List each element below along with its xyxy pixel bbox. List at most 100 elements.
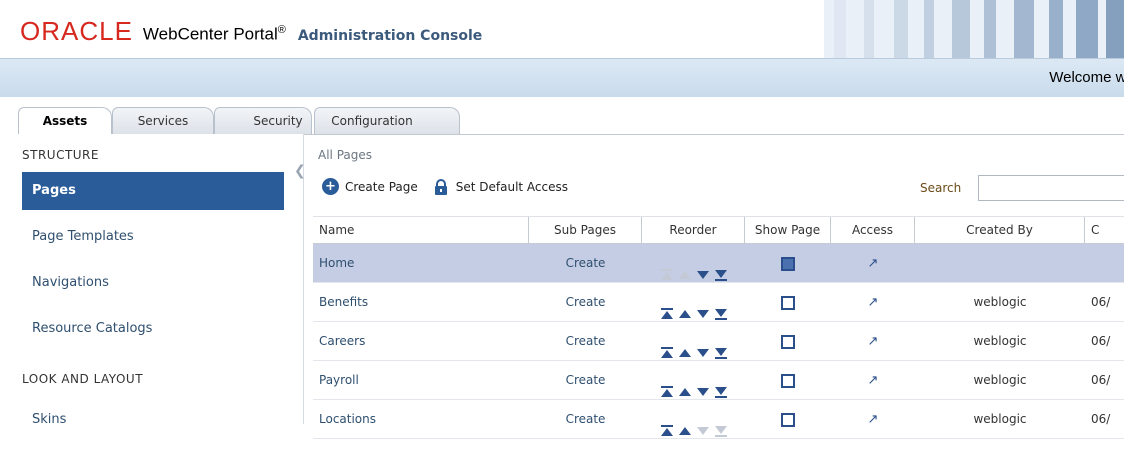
created-by-cell: weblogic [973, 295, 1027, 309]
brand: ORACLE WebCenter Portal® Administration … [20, 16, 482, 47]
sidebar-item-navigations[interactable]: Navigations [22, 264, 284, 302]
sidebar-heading-structure: Structure [22, 148, 99, 162]
sidebar-item-label: Page Templates [32, 229, 134, 244]
create-subpage-label: Create [565, 256, 606, 270]
sidebar: Structure Pages Page Templates Navigatio… [0, 134, 304, 427]
access-cell: ↗ [831, 244, 915, 282]
move-to-top-icon[interactable] [659, 336, 675, 358]
column-header-sub-pages[interactable]: Sub Pages [529, 217, 642, 243]
tab-configuration[interactable]: Configuration [314, 107, 460, 134]
reorder-controls [642, 400, 745, 438]
table-row[interactable]: Benefits Create ↗ weblogic 06/ [313, 283, 1124, 322]
move-up-icon[interactable] [677, 297, 693, 318]
column-header-access[interactable]: Access [831, 217, 915, 243]
edit-access-icon[interactable]: ↗ [868, 373, 879, 388]
tab-assets[interactable]: Assets [18, 107, 112, 135]
created-date-cell: 06/ [1091, 295, 1111, 309]
app-header: ORACLE WebCenter Portal® Administration … [0, 0, 1124, 58]
table-header: Name Sub Pages Reorder Show Page Access … [313, 216, 1124, 244]
sidebar-item-label: Pages [32, 183, 76, 198]
show-page-checkbox[interactable] [781, 256, 795, 271]
move-up-icon[interactable] [677, 258, 693, 279]
sidebar-item-skins[interactable]: Skins [22, 401, 284, 439]
page-name-link[interactable]: Benefits [313, 283, 529, 321]
registered-mark: ® [277, 24, 286, 37]
move-to-top-icon[interactable] [659, 375, 675, 397]
edit-access-icon[interactable]: ↗ [868, 334, 879, 349]
created-date-cell: 06/ [1091, 412, 1111, 426]
tab-security[interactable]: Security [214, 107, 312, 134]
move-up-icon[interactable] [677, 375, 693, 396]
pages-table: Name Sub Pages Reorder Show Page Access … [313, 216, 1124, 439]
move-down-icon[interactable] [695, 297, 711, 318]
move-to-bottom-icon[interactable] [713, 297, 729, 320]
create-subpage-label: Create [565, 373, 606, 387]
page-name-link[interactable]: Locations [313, 400, 529, 438]
page-name-link[interactable]: Careers [313, 322, 529, 360]
oracle-logo: ORACLE [20, 16, 133, 46]
move-to-bottom-icon[interactable] [713, 258, 729, 281]
toolbar: + Create Page Set Default Access [322, 178, 584, 195]
search-input[interactable] [978, 175, 1124, 201]
created-date-cell: 06/ [1091, 334, 1111, 348]
create-subpage-link[interactable]: Create [529, 283, 642, 321]
column-header-name[interactable]: Name [313, 217, 529, 243]
column-header-created-date[interactable]: C [1085, 217, 1124, 243]
page-name-link[interactable]: Home [313, 244, 529, 282]
reorder-controls [642, 322, 745, 360]
table-row[interactable]: Payroll Create ↗ weblogic 06/ [313, 361, 1124, 400]
show-page-checkbox[interactable] [781, 334, 795, 349]
tab-label: Services [137, 114, 189, 128]
tab-label: Configuration [331, 114, 413, 128]
console-title: Administration Console [297, 28, 483, 44]
welcome-text: Welcome weblogic [1049, 69, 1124, 86]
create-subpage-label: Create [565, 334, 606, 348]
edit-access-icon[interactable]: ↗ [868, 256, 879, 271]
header-decorative-stripes [824, 0, 1124, 58]
search-label: Search [920, 181, 962, 195]
move-up-icon[interactable] [677, 336, 693, 357]
sidebar-item-resource-catalogs[interactable]: Resource Catalogs [22, 310, 284, 348]
table-row[interactable]: Locations Create ↗ weblogic 06/ [313, 400, 1124, 439]
access-cell: ↗ [831, 400, 915, 438]
show-page-checkbox[interactable] [781, 412, 795, 427]
move-to-bottom-icon[interactable] [713, 336, 729, 359]
show-page-cell [745, 361, 831, 399]
create-subpage-link[interactable]: Create [529, 322, 642, 360]
reorder-controls [642, 244, 745, 282]
move-to-bottom-icon[interactable] [713, 375, 729, 398]
reorder-controls [642, 283, 745, 321]
move-down-icon[interactable] [695, 258, 711, 279]
show-page-checkbox[interactable] [781, 373, 795, 388]
show-page-cell [745, 400, 831, 438]
move-to-top-icon[interactable] [659, 297, 675, 319]
tab-label: Assets [42, 114, 88, 128]
set-default-access-button[interactable]: Set Default Access [434, 178, 569, 195]
table-row[interactable]: Home Create ↗ [313, 244, 1124, 283]
edit-access-icon[interactable]: ↗ [868, 295, 879, 310]
set-default-access-label: Set Default Access [455, 179, 569, 194]
edit-access-icon[interactable]: ↗ [868, 412, 879, 427]
create-subpage-link[interactable]: Create [529, 244, 642, 282]
sidebar-item-pages[interactable]: Pages [22, 172, 284, 210]
sidebar-item-label: Resource Catalogs [32, 321, 153, 336]
show-page-checkbox[interactable] [781, 295, 795, 310]
create-page-button[interactable]: + Create Page [322, 178, 418, 195]
column-header-reorder[interactable]: Reorder [642, 217, 745, 243]
column-header-show-page[interactable]: Show Page [745, 217, 831, 243]
breadcrumb: All Pages [318, 148, 372, 162]
sidebar-item-page-templates[interactable]: Page Templates [22, 218, 284, 256]
tab-services[interactable]: Services [112, 107, 214, 134]
product-name: WebCenter Portal® [143, 24, 286, 45]
table-row[interactable]: Careers Create ↗ weblogic 06/ [313, 322, 1124, 361]
page-name-link[interactable]: Payroll [313, 361, 529, 399]
move-down-icon[interactable] [695, 336, 711, 357]
create-subpage-link[interactable]: Create [529, 400, 642, 438]
main-content: All Pages + Create Page Set Default Acce… [304, 134, 1124, 439]
product-name-text: WebCenter Portal [142, 25, 278, 44]
move-down-icon[interactable] [695, 375, 711, 396]
column-header-created-by[interactable]: Created By [915, 217, 1085, 243]
reorder-controls [642, 361, 745, 399]
move-to-top-icon[interactable] [659, 258, 675, 280]
create-subpage-link[interactable]: Create [529, 361, 642, 399]
